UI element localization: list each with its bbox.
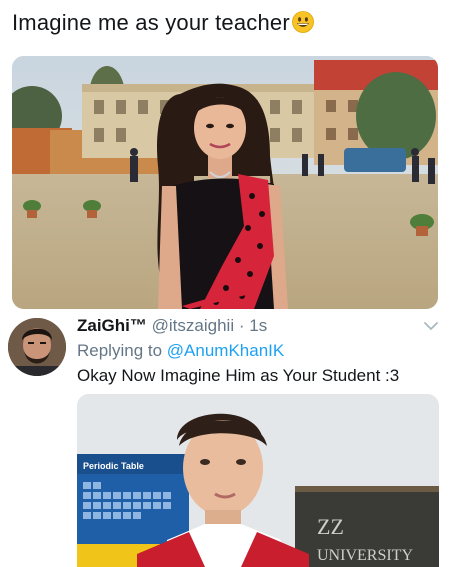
- replying-to-line: Replying to @AnumKhanIK: [77, 341, 284, 361]
- reply-photo-student[interactable]: Periodic Table ZZ UNIVERSITY: [77, 394, 439, 567]
- reply-avatar[interactable]: [8, 318, 66, 376]
- reply-header: ZaiGhi™ @itszaighii · 1s: [77, 316, 267, 336]
- student-photo-illustration: Periodic Table ZZ UNIVERSITY: [77, 394, 439, 567]
- teacher-photo-illustration: [12, 56, 438, 309]
- board-line-1: ZZ: [317, 514, 344, 539]
- reply-handle[interactable]: @itszaighii: [152, 316, 234, 335]
- tweet-photo-teacher[interactable]: [12, 56, 438, 309]
- board-line-2: UNIVERSITY: [317, 547, 413, 564]
- reply-text: Okay Now Imagine Him as Your Student :3: [77, 366, 400, 385]
- reply-separator: ·: [238, 316, 245, 335]
- reply-display-name[interactable]: ZaiGhi™: [77, 316, 147, 335]
- grinning-face-emoji-icon: [291, 11, 314, 33]
- chevron-down-icon[interactable]: [424, 320, 438, 332]
- tweet-text: Imagine me as your teacher: [12, 10, 314, 36]
- poster-title: Periodic Table: [83, 461, 144, 471]
- reply-time[interactable]: 1s: [249, 316, 267, 335]
- tweet-text-content: Imagine me as your teacher: [12, 10, 290, 35]
- replying-to-prefix: Replying to: [77, 341, 163, 360]
- avatar-man-illustration: [8, 318, 66, 376]
- replying-to-mention[interactable]: @AnumKhanIK: [167, 341, 284, 360]
